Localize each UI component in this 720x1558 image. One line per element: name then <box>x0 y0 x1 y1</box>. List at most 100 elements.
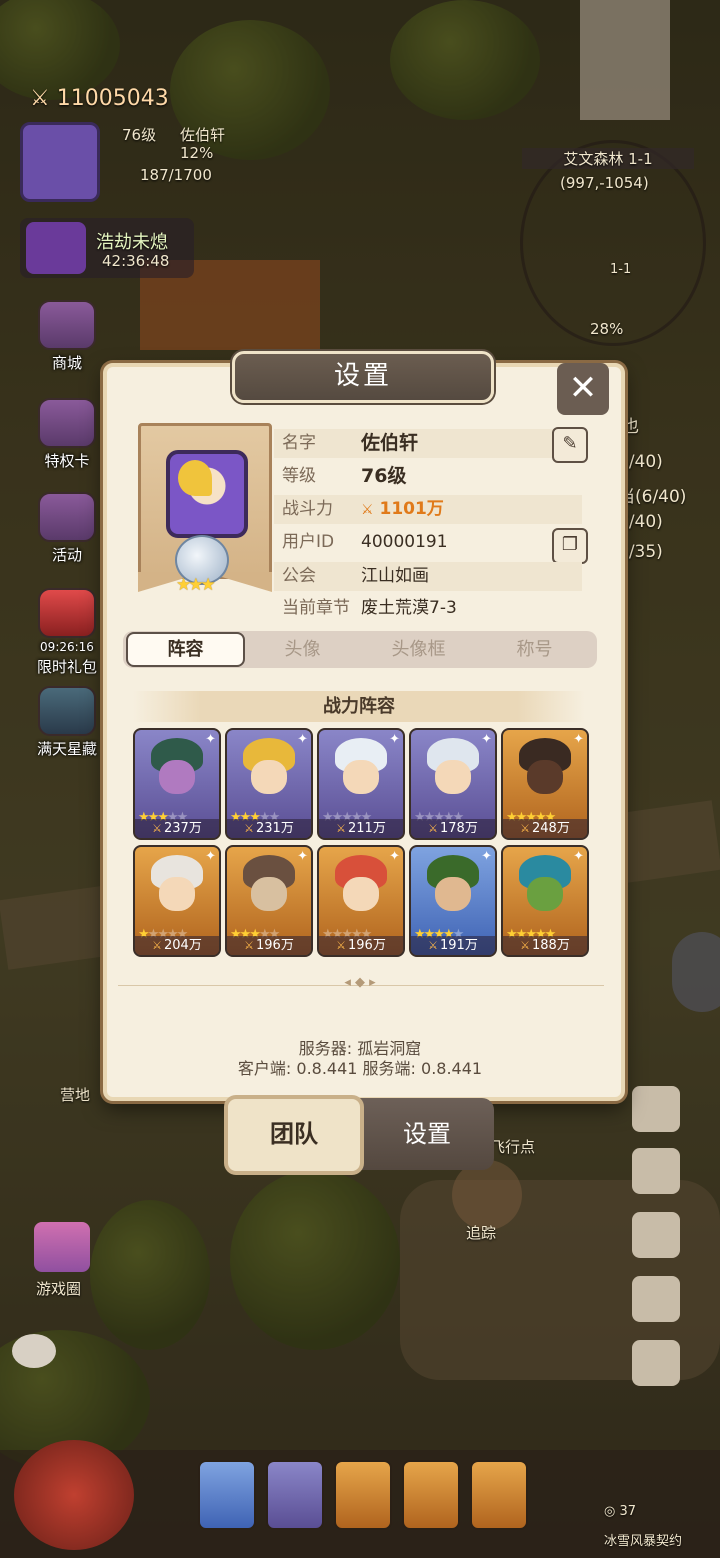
minimap[interactable] <box>520 140 706 346</box>
hero-card[interactable]: ✦★★★★★248万 <box>501 728 589 840</box>
map-name: 艾文森林 1-1 <box>522 148 694 169</box>
hero-card[interactable]: ✦★★★★★178万 <box>409 728 497 840</box>
stamina-value: 187/1700 <box>140 166 212 184</box>
hero-power: 196万 <box>227 936 311 955</box>
class-icon: ✦ <box>297 732 308 747</box>
class-icon: ✦ <box>297 849 308 864</box>
hero-card[interactable]: ✦★★★★★191万 <box>409 845 497 957</box>
power-value: ⚔ 1101万 <box>361 499 444 519</box>
event-timer: 42:36:48 <box>102 252 170 270</box>
bottom-hero-slot[interactable] <box>266 1460 324 1530</box>
map-stage: 1-1 <box>610 262 632 277</box>
event-button[interactable]: 浩劫未熄 42:36:48 <box>20 218 194 278</box>
quest-progress-2[interactable]: 当(6/40) <box>618 482 686 507</box>
version-info: 客户端: 0.8.441 服务端: 0.8.441 <box>237 1059 483 1078</box>
hero-face <box>251 877 287 911</box>
avatar-hair <box>178 460 212 496</box>
hero-power: 188万 <box>503 936 587 955</box>
hero-face <box>343 877 379 911</box>
class-icon: ✦ <box>205 849 216 864</box>
bottom-tab-team[interactable]: 团队 <box>224 1095 364 1175</box>
event-icon <box>26 222 86 274</box>
guild-value: 江山如画 <box>361 566 429 586</box>
shop-button[interactable]: 商城 <box>32 300 102 373</box>
divider-ornament: ◂ ◆ ▸ <box>344 975 376 990</box>
bag-icon[interactable] <box>632 1212 680 1258</box>
hero-face <box>159 877 195 911</box>
privilege-card-button[interactable]: 特权卡 <box>32 398 102 471</box>
uid-row: 用户ID 40000191 <box>274 528 582 557</box>
hero-card[interactable]: ✦★★★★★196万 <box>225 845 313 957</box>
gift-icon <box>38 588 96 638</box>
map-progress: 28% <box>590 320 624 338</box>
chat-icon[interactable] <box>12 1334 56 1368</box>
player-avatar[interactable] <box>20 122 100 202</box>
hero-power: 178万 <box>411 819 495 838</box>
close-button[interactable]: ✕ <box>557 363 609 415</box>
hero-emblem-icon[interactable] <box>14 1440 134 1550</box>
hero-face <box>251 760 287 794</box>
bottom-tab-settings[interactable]: 设置 <box>360 1098 494 1170</box>
hero-power: 211万 <box>319 819 403 838</box>
class-icon: ✦ <box>205 732 216 747</box>
bottom-hero-slot[interactable] <box>470 1460 528 1530</box>
currency-icon: ⚔ <box>30 86 50 111</box>
hero-card[interactable]: ✦★★★★★188万 <box>501 845 589 957</box>
player-name-value: 佐伯轩 <box>361 432 419 454</box>
hero-power: 231万 <box>227 819 311 838</box>
track-label: 追踪 <box>466 1224 497 1242</box>
hero-power: 196万 <box>319 936 403 955</box>
bottom-right-label[interactable]: 冰雪风暴契约 <box>604 1530 682 1549</box>
rank-icon[interactable] <box>632 1340 680 1386</box>
copy-uid-button[interactable]: ❐ <box>552 528 588 564</box>
bottom-hero-slot[interactable] <box>402 1460 460 1530</box>
hero-face <box>343 760 379 794</box>
mail-icon[interactable] <box>632 1086 680 1132</box>
flight-point-label[interactable]: 飞行点 <box>490 1136 535 1157</box>
chapter-row: 当前章节 废土荒漠7-3 <box>274 594 582 623</box>
tab-avatar[interactable]: 头像 <box>245 634 360 665</box>
class-icon: ✦ <box>573 732 584 747</box>
rank-stars: ★★★ <box>176 575 216 595</box>
limited-gift-button[interactable]: 09:26:16 限时礼包 <box>32 588 102 677</box>
gear-icon[interactable] <box>672 932 720 1012</box>
edit-name-button[interactable]: ✎ <box>552 427 588 463</box>
uid-value: 40000191 <box>361 532 448 552</box>
hero-card[interactable]: ✦★★★★★211万 <box>317 728 405 840</box>
profile-tabs: 阵容 头像 头像框 称号 <box>123 631 597 668</box>
camp-label[interactable]: 营地 <box>60 1084 90 1105</box>
lineup-header: 战力阵容 <box>133 691 585 722</box>
hero-power: 248万 <box>503 819 587 838</box>
tab-title[interactable]: 称号 <box>477 634 592 665</box>
level-value: 76级 <box>361 465 407 487</box>
power-icon: ⚔ <box>361 502 374 518</box>
game-circle-icon[interactable] <box>34 1222 90 1272</box>
game-circle-label[interactable]: 游戏圈 <box>36 1278 81 1299</box>
star-treasure-button[interactable]: 满天星藏 <box>32 686 102 759</box>
hero-card[interactable]: ✦★★★★★231万 <box>225 728 313 840</box>
tab-lineup[interactable]: 阵容 <box>126 632 245 667</box>
hero-card[interactable]: ✦★★★★★196万 <box>317 845 405 957</box>
hero-power: 204万 <box>135 936 219 955</box>
hero-card[interactable]: ✦★★★★★237万 <box>133 728 221 840</box>
privilege-card-icon <box>38 398 96 448</box>
hero-card[interactable]: ✦★★★★★204万 <box>133 845 221 957</box>
bottom-hero-slot[interactable] <box>198 1460 256 1530</box>
bottom-hero-slot[interactable] <box>334 1460 392 1530</box>
hero-face <box>527 877 563 911</box>
currency-counter: ⚔ 11005043 <box>30 86 169 111</box>
tab-avatar-frame[interactable]: 头像框 <box>361 634 476 665</box>
copy-icon: ❐ <box>561 534 579 555</box>
star-treasure-icon <box>38 686 96 736</box>
profile-avatar[interactable] <box>166 450 248 538</box>
track-button[interactable] <box>452 1160 522 1230</box>
activity-icon <box>38 492 96 542</box>
scale-icon[interactable] <box>632 1276 680 1322</box>
power-row: 战斗力 ⚔ 1101万 <box>274 495 582 524</box>
activity-button[interactable]: 活动 <box>32 492 102 565</box>
guild-row: 公会 江山如画 <box>274 562 582 591</box>
bottom-level: ◎ 37 <box>604 1504 637 1519</box>
hero-face <box>159 760 195 794</box>
scroll-icon[interactable] <box>632 1148 680 1194</box>
edit-icon: ✎ <box>562 433 578 454</box>
